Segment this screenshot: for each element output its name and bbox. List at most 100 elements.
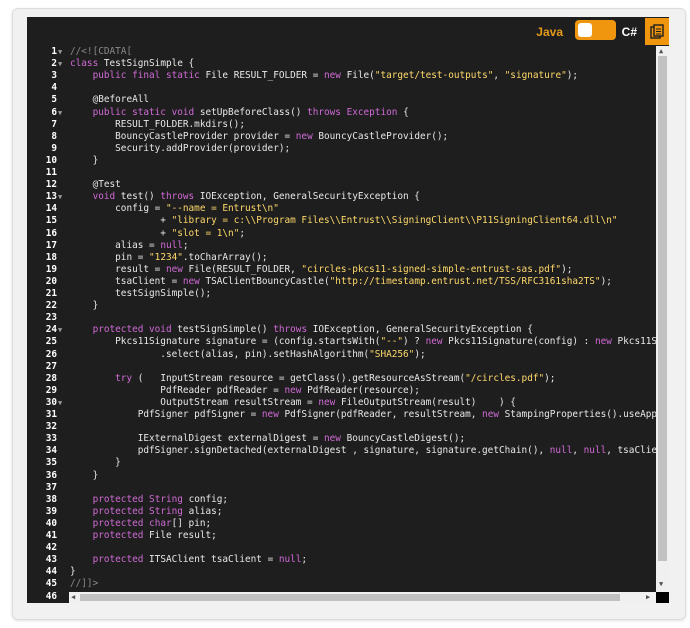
code-token: );	[566, 70, 579, 82]
code-token: TestSignSimple {	[98, 58, 195, 70]
code-text: }	[70, 300, 99, 312]
code-line: 40 protected char[] pin;	[27, 518, 656, 530]
code-line: 11	[27, 167, 656, 179]
code-line: 36 }	[27, 470, 656, 482]
line-number: 33	[45, 433, 57, 445]
line-number: 24	[45, 324, 57, 336]
code-token: throws	[160, 191, 195, 203]
vertical-scrollbar-thumb[interactable]	[658, 56, 667, 561]
code-text: protected String alias;	[70, 505, 223, 518]
horizontal-scrollbar-thumb[interactable]	[80, 594, 620, 601]
code-line: 22 }	[27, 300, 656, 312]
fold-arrow-icon[interactable]: ▼	[58, 191, 62, 203]
code-line: 8 BouncyCastleProvider provider = new Bo…	[27, 131, 656, 143]
code-token: null	[278, 554, 302, 566]
code-token: ;	[301, 554, 308, 566]
fold-arrow-icon[interactable]: ▼	[58, 324, 62, 336]
scroll-down-arrow-icon[interactable]: ▼	[659, 581, 663, 588]
code-token: "circles-pkcs11-signed-simple-entrust-sa…	[301, 263, 562, 275]
code-line: 37	[27, 482, 656, 494]
code-token: IExternalDigest externalDigest =	[70, 433, 324, 445]
code-token: ITSAClient tsaClient =	[143, 554, 279, 566]
line-number: 11	[45, 167, 57, 178]
code-token: "http://timestamp.entrust.net/TSS/RFC316…	[329, 275, 601, 287]
code-text: class TestSignSimple {	[70, 58, 194, 70]
code-token: .select(alias, pin).setHashAlgorithm(	[70, 348, 370, 360]
code-line: 18 pin = "1234".toCharArray();	[27, 252, 656, 264]
code-token: null	[160, 239, 183, 251]
code-token: null	[583, 445, 607, 457]
code-token: new	[295, 130, 313, 142]
code-line: 12 @Test	[27, 179, 656, 191]
code-token: alias;	[182, 505, 223, 517]
code-token: }	[70, 154, 99, 166]
line-number: 7	[51, 118, 57, 130]
code-token: }	[70, 300, 99, 312]
line-number: 20	[45, 275, 57, 287]
code-token: File RESULT_FOLDER =	[199, 70, 325, 82]
code-line: 23	[27, 312, 656, 324]
code-token: );	[561, 263, 573, 275]
code-editor[interactable]: 1 ▼//<![CDATA[2 ▼ class TestSignSimple {3 p…	[27, 46, 669, 603]
line-number: 45	[45, 578, 57, 590]
code-text: public final static File RESULT_FOLDER =…	[70, 70, 578, 82]
code-line: 29 PdfReader pdfReader = new PdfReader(r…	[27, 385, 656, 397]
line-number: 22	[45, 300, 57, 312]
line-number: 43	[45, 554, 57, 566]
language-label-java[interactable]: Java	[536, 25, 563, 39]
code-token: "SHA256"	[369, 348, 415, 360]
fold-arrow-icon[interactable]: ▼	[58, 107, 62, 119]
code-token: PdfReader pdfReader =	[70, 384, 285, 396]
code-token: );	[600, 275, 612, 287]
code-token: Security.addProvider(provider);	[70, 142, 291, 154]
horizontal-scrollbar[interactable]: ◀ ▶	[69, 592, 656, 603]
code-line: 28 try ( InputStream resource = getClass…	[27, 373, 656, 385]
fold-arrow-icon[interactable]: ▼	[58, 397, 62, 409]
scroll-right-arrow-icon[interactable]: ▶	[646, 594, 650, 601]
fold-arrow-icon[interactable]: ▼	[58, 46, 62, 58]
line-number: 10	[45, 154, 57, 166]
language-label-csharp[interactable]: C#	[622, 25, 637, 39]
code-token: protected	[92, 517, 144, 529]
code-line: 27	[27, 361, 656, 373]
code-token: +	[70, 227, 172, 239]
code-line: 31 PdfSigner pdfSigner = new PdfSigner(p…	[27, 409, 669, 421]
line-number: 21	[45, 288, 57, 299]
code-token: protected void	[92, 324, 172, 336]
code-token: "slot = 1\n"	[171, 227, 240, 239]
code-token: BouncyCastleDigest();	[340, 433, 466, 445]
line-number: 31	[45, 409, 57, 420]
vertical-scrollbar[interactable]: ▲ ▼	[656, 46, 669, 592]
line-number: 1	[51, 46, 57, 57]
copy-code-button[interactable]	[645, 18, 669, 45]
line-number: 36	[45, 469, 57, 481]
code-token: @BeforeAll	[70, 94, 150, 106]
code-line: 5 @BeforeAll	[27, 94, 656, 106]
scroll-up-arrow-icon[interactable]: ▲	[659, 48, 663, 55]
code-token: IOException, GeneralSecurityException {	[307, 324, 533, 336]
fold-arrow-icon[interactable]: ▼	[58, 58, 62, 70]
code-line: 43 protected ITSAClient tsaClient = null…	[27, 554, 656, 566]
language-toggle[interactable]	[575, 20, 616, 40]
line-number: 9	[51, 142, 57, 154]
code-line: 3 public final static File RESULT_FOLDER…	[27, 70, 656, 82]
code-text: }	[70, 457, 121, 469]
scroll-left-arrow-icon[interactable]: ◀	[71, 594, 75, 601]
code-text: pin = "1234".toCharArray();	[70, 252, 267, 264]
code-token: [] pin;	[171, 517, 212, 529]
code-line: 20 tsaClient = new TSAClientBouncyCastle…	[27, 276, 656, 288]
line-number: 14	[45, 203, 57, 215]
code-token: protected	[92, 505, 144, 517]
line-number: 18	[45, 251, 57, 263]
code-text: try ( InputStream resource = getClass().…	[70, 373, 555, 385]
code-token: test()	[115, 191, 161, 203]
code-line: 9 Security.addProvider(provider);	[27, 143, 656, 155]
code-token: PdfSigner(pdfReader, resultStream,	[278, 409, 483, 420]
line-number: 13	[45, 191, 57, 203]
line-number: 27	[45, 360, 57, 372]
code-token: +	[70, 215, 172, 227]
code-token: "signature"	[504, 70, 567, 82]
code-token: "target/test-outputs"	[374, 70, 494, 82]
